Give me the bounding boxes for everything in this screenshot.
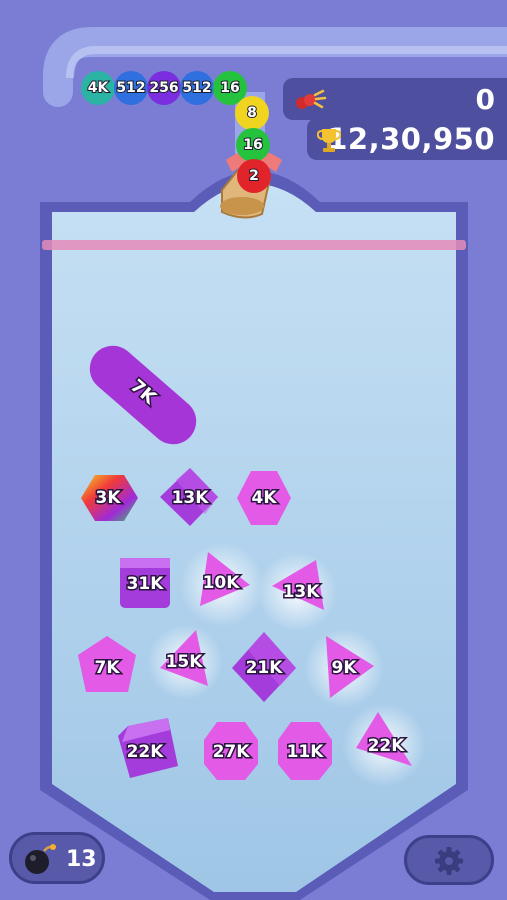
score-panel: 0 xyxy=(283,78,507,120)
queue-ball: 512 xyxy=(114,71,148,105)
svg-text:512: 512 xyxy=(116,80,145,96)
game-screen: 4K 512 256 512 16 8 16 2 7K 3K 13K 4K 31… xyxy=(0,0,507,900)
board-area[interactable] xyxy=(52,184,456,892)
octagon-piece: 27K xyxy=(204,722,258,780)
svg-text:4K: 4K xyxy=(88,80,110,96)
svg-text:10K: 10K xyxy=(203,573,241,593)
svg-text:7K: 7K xyxy=(94,658,120,678)
svg-text:9K: 9K xyxy=(331,658,357,678)
svg-text:16: 16 xyxy=(243,137,262,153)
queue-ball: 16 xyxy=(236,128,270,162)
svg-text:3K: 3K xyxy=(95,488,121,508)
settings-button[interactable] xyxy=(404,835,494,885)
queue-ball: 4K xyxy=(81,71,115,105)
svg-text:16: 16 xyxy=(220,80,239,96)
svg-text:22K: 22K xyxy=(127,742,165,762)
svg-text:256: 256 xyxy=(149,80,178,96)
bomb-button[interactable]: 13 xyxy=(9,832,105,884)
cube-piece: 31K xyxy=(120,558,170,608)
queue-ball: 2 xyxy=(237,159,271,193)
ball-queue: 4K 512 256 512 16 8 16 2 xyxy=(81,71,271,193)
gear-icon xyxy=(434,846,464,880)
svg-text:8: 8 xyxy=(247,105,257,121)
svg-text:512: 512 xyxy=(182,80,211,96)
queue-ball: 256 xyxy=(147,71,181,105)
balls-shot-icon xyxy=(293,87,327,120)
best-score-panel: 12,30,950 xyxy=(307,118,507,160)
svg-text:13K: 13K xyxy=(172,488,210,508)
best-score-value: 12,30,950 xyxy=(327,122,495,156)
svg-text:21K: 21K xyxy=(246,658,284,678)
score-value: 0 xyxy=(475,82,495,116)
svg-text:22K: 22K xyxy=(368,736,406,756)
deadline-line xyxy=(42,240,466,250)
queue-ball: 8 xyxy=(235,96,269,130)
svg-text:27K: 27K xyxy=(213,742,251,762)
svg-text:31K: 31K xyxy=(127,574,165,594)
svg-text:15K: 15K xyxy=(166,652,204,672)
svg-text:2: 2 xyxy=(249,168,259,184)
octagon-piece: 11K xyxy=(278,722,332,780)
svg-text:4K: 4K xyxy=(251,488,277,508)
svg-text:11K: 11K xyxy=(287,742,325,762)
bomb-count: 13 xyxy=(66,847,97,872)
svg-text:13K: 13K xyxy=(283,582,321,602)
bomb-icon xyxy=(22,842,58,880)
queue-ball: 512 xyxy=(180,71,214,105)
trophy-icon xyxy=(316,126,342,160)
